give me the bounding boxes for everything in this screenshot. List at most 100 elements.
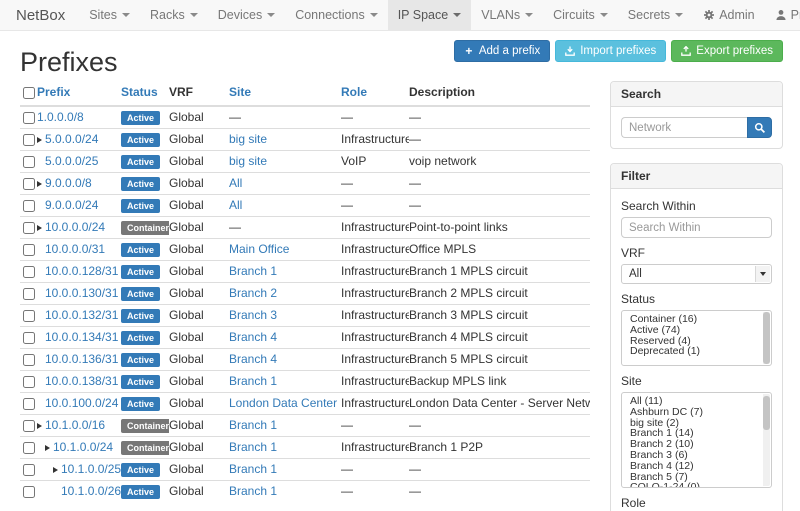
site-link[interactable]: Main Office — [229, 242, 289, 256]
nav-item-devices[interactable]: Devices — [208, 0, 285, 30]
row-checkbox[interactable] — [23, 112, 35, 124]
row-checkbox[interactable] — [23, 376, 35, 388]
nav-item-vlans[interactable]: VLANs — [471, 0, 543, 30]
site-link[interactable]: Branch 1 — [229, 462, 277, 476]
import-prefixes-button[interactable]: Import prefixes — [555, 40, 666, 62]
nav-item-connections[interactable]: Connections — [285, 0, 388, 30]
row-select-cell — [20, 106, 37, 129]
expand-arrow-icon[interactable] — [37, 225, 42, 231]
site-link[interactable]: Branch 1 — [229, 484, 277, 498]
prefix-link[interactable]: 10.0.0.136/31 — [45, 352, 118, 366]
expand-arrow-icon[interactable] — [37, 181, 42, 187]
row-checkbox[interactable] — [23, 266, 35, 278]
prefix-link[interactable]: 10.0.100.0/24 — [45, 396, 118, 410]
nav-item-circuits[interactable]: Circuits — [543, 0, 618, 30]
search-within-input[interactable] — [621, 217, 772, 238]
app-brand[interactable]: NetBox — [14, 0, 79, 30]
column-header-site[interactable]: Site — [229, 81, 341, 106]
site-link[interactable]: Branch 1 — [229, 374, 277, 388]
row-checkbox[interactable] — [23, 200, 35, 212]
filter-option[interactable]: Active (74) — [622, 325, 771, 336]
row-checkbox[interactable] — [23, 156, 35, 168]
status-filter-label: Status — [621, 292, 772, 306]
filter-option[interactable]: Deprecated (1) — [622, 346, 771, 357]
site-link[interactable]: All — [229, 176, 242, 190]
nav-item-sites[interactable]: Sites — [79, 0, 140, 30]
row-select-cell — [20, 481, 37, 503]
table-row: 10.0.0.0/31ActiveGlobalMain OfficeInfras… — [20, 239, 590, 261]
site-link[interactable]: Branch 1 — [229, 440, 277, 454]
empty-value: — — [409, 110, 421, 124]
row-checkbox[interactable] — [23, 332, 35, 344]
row-checkbox[interactable] — [23, 134, 35, 146]
site-cell: Branch 2 — [229, 283, 341, 305]
row-checkbox[interactable] — [23, 398, 35, 410]
nav-item-admin[interactable]: Admin — [693, 0, 764, 30]
expand-arrow-icon[interactable] — [45, 445, 50, 451]
prefix-link[interactable]: 10.0.0.138/31 — [45, 374, 118, 388]
import-icon — [565, 46, 575, 56]
prefix-link[interactable]: 10.0.0.134/31 — [45, 330, 118, 344]
navbar: NetBox SitesRacksDevicesConnectionsIP Sp… — [0, 0, 800, 31]
row-checkbox[interactable] — [23, 486, 35, 498]
site-link[interactable]: London Data Center — [229, 396, 337, 410]
search-input[interactable] — [621, 117, 747, 138]
row-checkbox[interactable] — [23, 178, 35, 190]
prefix-link[interactable]: 10.1.0.0/24 — [53, 440, 113, 454]
row-checkbox[interactable] — [23, 354, 35, 366]
nav-item-secrets[interactable]: Secrets — [618, 0, 693, 30]
scrollbar[interactable] — [763, 394, 770, 486]
expand-arrow-icon[interactable] — [37, 137, 42, 143]
row-checkbox[interactable] — [23, 464, 35, 476]
filter-option[interactable]: Branch 4 (12) — [622, 461, 771, 472]
site-link[interactable]: Branch 4 — [229, 330, 277, 344]
prefix-link[interactable]: 9.0.0.0/8 — [45, 176, 92, 190]
site-link[interactable]: Branch 2 — [229, 286, 277, 300]
site-filter-list[interactable]: All (11)Ashburn DC (7)big site (2)Branch… — [621, 392, 772, 488]
prefix-link[interactable]: 10.0.0.0/31 — [45, 242, 105, 256]
site-link[interactable]: Branch 3 — [229, 308, 277, 322]
prefix-link[interactable]: 10.0.0.0/24 — [45, 220, 105, 234]
column-header-status[interactable]: Status — [121, 81, 169, 106]
row-checkbox[interactable] — [23, 288, 35, 300]
scrollbar[interactable] — [763, 312, 770, 364]
nav-item-ip-space[interactable]: IP Space — [388, 0, 472, 30]
row-checkbox[interactable] — [23, 244, 35, 256]
prefix-link[interactable]: 10.1.0.0/26 — [61, 484, 121, 498]
row-checkbox[interactable] — [23, 222, 35, 234]
column-header-role[interactable]: Role — [341, 81, 409, 106]
site-link[interactable]: Branch 1 — [229, 418, 277, 432]
prefix-link[interactable]: 10.0.0.132/31 — [45, 308, 118, 322]
expand-arrow-icon[interactable] — [37, 423, 42, 429]
filter-option[interactable]: COLO-1-24 (0) — [622, 482, 771, 488]
vrf-select[interactable]: All — [621, 264, 772, 284]
select-all-checkbox[interactable] — [23, 87, 35, 99]
site-link[interactable]: All — [229, 198, 242, 212]
prefix-link[interactable]: 10.1.0.0/16 — [45, 418, 105, 432]
status-filter-list[interactable]: Container (16)Active (74)Reserved (4)Dep… — [621, 310, 772, 366]
prefix-link[interactable]: 5.0.0.0/24 — [45, 132, 98, 146]
nav-item-racks[interactable]: Racks — [140, 0, 208, 30]
prefix-link[interactable]: 10.1.0.0/25 — [61, 462, 121, 476]
site-link[interactable]: big site — [229, 154, 267, 168]
add-a-prefix-button[interactable]: +Add a prefix — [454, 40, 550, 62]
prefix-link[interactable]: 5.0.0.0/25 — [45, 154, 98, 168]
expand-arrow-icon[interactable] — [53, 467, 58, 473]
prefix-link[interactable]: 10.0.0.130/31 — [45, 286, 118, 300]
site-link[interactable]: Branch 1 — [229, 264, 277, 278]
row-checkbox[interactable] — [23, 420, 35, 432]
row-checkbox[interactable] — [23, 442, 35, 454]
prefix-link[interactable]: 9.0.0.0/24 — [45, 198, 98, 212]
prefix-link[interactable]: 1.0.0.0/8 — [37, 110, 84, 124]
filter-option[interactable]: Ashburn DC (7) — [622, 407, 771, 418]
site-link[interactable]: Branch 4 — [229, 352, 277, 366]
nav-item-profile[interactable]: Profile — [765, 0, 800, 30]
row-checkbox[interactable] — [23, 310, 35, 322]
description-cell: — — [409, 481, 590, 503]
column-header-prefix[interactable]: Prefix — [37, 81, 121, 106]
search-button[interactable] — [747, 117, 772, 138]
export-prefixes-button[interactable]: Export prefixes — [671, 40, 783, 62]
site-link[interactable]: big site — [229, 132, 267, 146]
row-select-cell — [20, 327, 37, 349]
prefix-link[interactable]: 10.0.0.128/31 — [45, 264, 118, 278]
